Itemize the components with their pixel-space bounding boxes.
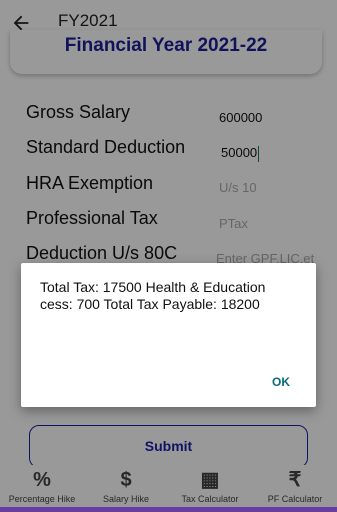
dialog-message: Total Tax: 17500 Health & Education cess… [40, 279, 266, 312]
ok-button[interactable]: OK [272, 375, 290, 389]
tax-result-dialog: Total Tax: 17500 Health & Education cess… [21, 263, 316, 407]
system-nav-strip [0, 507, 337, 512]
dialog-scrim[interactable] [0, 0, 337, 512]
